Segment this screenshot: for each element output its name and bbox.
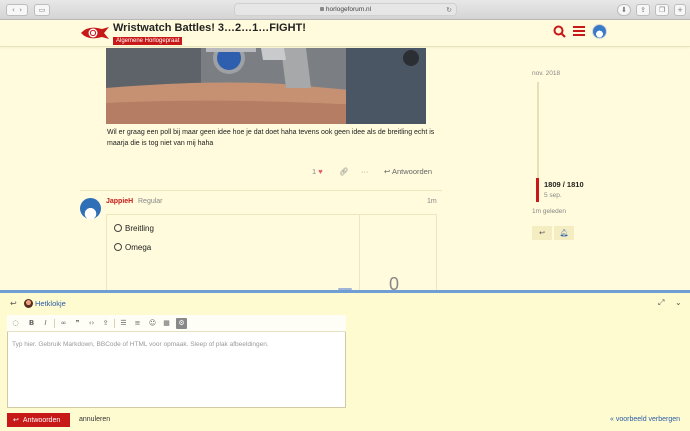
site-logo[interactable] [80,23,110,43]
like-button[interactable]: 1 ♥ [312,167,323,176]
download-icon: ⬇ [621,6,627,14]
toolbar-separator [114,319,115,328]
bold-icon[interactable]: B [26,318,37,329]
downloads-button[interactable]: ⬇ [617,4,631,16]
bell-icon: 🔔︎ [559,229,569,237]
gear-icon[interactable]: ⚙ [176,318,187,329]
reply-to-avatar [24,299,33,308]
browser-toolbar: ‹ › ▭ horlogeforum.nl ↻ ⬇ ⇪ ❐ + [0,0,690,20]
poll-option-label: Breitling [125,224,154,233]
post-avatar[interactable] [80,198,101,219]
link-icon[interactable]: ∞ [58,318,69,329]
post-time[interactable]: 1m [427,198,437,205]
post-reply-button[interactable]: ↩ Antwoorden [384,167,432,176]
reply-icon: ↩ [13,416,19,424]
link-icon: 🔗︎ [339,167,349,176]
reply-icon: ↩ [539,229,545,237]
sidebar-icon: ▭ [38,6,46,14]
timeline-last-activity[interactable]: 1m geleden [532,208,566,215]
more-icon: ··· [361,167,369,176]
url-text: horlogeforum.nl [325,6,372,13]
tabs-icon: ❐ [658,6,666,14]
radio-icon[interactable] [114,224,122,232]
post-divider [80,190,442,191]
expand-composer-icon[interactable]: ⤢ [658,298,664,308]
chevron-right-icon[interactable]: › [19,6,22,14]
speech-bubble-icon[interactable]: ◌ [10,318,21,329]
italic-icon[interactable]: I [40,318,51,329]
post-reply-label: Antwoorden [391,167,432,176]
share-icon: ⇪ [640,6,646,14]
poll-option-breitling[interactable]: Breitling [114,224,154,233]
heart-icon: ♥ [318,167,323,176]
radio-icon[interactable] [114,243,122,251]
poll-container [106,214,437,290]
lock-icon [319,7,324,11]
quote-icon[interactable]: ❞ [72,318,83,329]
more-actions-button[interactable]: ··· [361,167,369,176]
emoji-icon[interactable]: ☺ [147,318,158,329]
category-badge[interactable]: Algemene Horlogepraat [113,37,183,45]
post-username[interactable]: JappieH [106,198,133,205]
sidebar-toggle-button[interactable]: ▭ [34,4,50,16]
poll-option-omega[interactable]: Omega [114,243,151,252]
numbered-list-icon[interactable]: ≡ [132,318,143,329]
timeline-handle[interactable] [536,178,539,202]
poll-divider [359,214,360,290]
submit-reply-label: Antwoorden [22,417,61,424]
editor-placeholder: Typ hier. Gebruik Markdown, BBCode of HT… [12,341,269,348]
new-tab-button[interactable]: + [674,4,686,16]
collapse-composer-icon[interactable]: ⌄ [675,298,682,307]
back-forward-buttons[interactable]: ‹ › [6,4,28,16]
user-title: Regular [138,198,163,205]
like-count: 1 [312,167,317,176]
timeline-position-date: 5 sep. [544,192,562,199]
timeline-reply-button[interactable]: ↩ [532,226,552,240]
notification-button[interactable]: 🔔︎ [554,226,574,240]
share-button[interactable]: ⇪ [636,4,650,16]
site-header: Wristwatch Battles! 3…2…1…FIGHT! Algemen… [0,20,690,47]
topic-title[interactable]: Wristwatch Battles! 3…2…1…FIGHT! [113,22,306,34]
user-avatar[interactable] [592,24,607,39]
timeline-position: 1809 / 1810 [544,180,584,189]
search-icon[interactable] [553,25,566,42]
reply-to-icon: ↩ [10,299,17,308]
chevron-left-icon[interactable]: ‹ [12,6,15,14]
hide-preview-link[interactable]: « voorbeeld verbergen [610,416,680,423]
reply-icon: ↩ [384,167,391,176]
post-body: Wil er graag een poll bij maar geen idee… [107,129,435,147]
timeline-start-date[interactable]: nov. 2018 [532,70,560,77]
tabs-button[interactable]: ❐ [655,4,669,16]
address-bar[interactable]: horlogeforum.nl ↻ [234,3,457,16]
plus-icon: + [677,6,683,14]
hamburger-menu-icon[interactable] [573,25,585,41]
calendar-icon[interactable]: ▦ [161,318,172,329]
code-icon[interactable]: ‹› [86,318,97,329]
toolbar-separator [54,319,55,328]
reload-icon[interactable]: ↻ [446,4,452,16]
share-link-button[interactable]: 🔗︎ [339,167,349,176]
upload-icon[interactable]: ⇪ [100,318,111,329]
submit-reply-button[interactable]: ↩ Antwoorden [7,413,70,427]
bullet-list-icon[interactable]: ☰ [118,318,129,329]
reply-to-user[interactable]: Hetklokje [35,299,66,308]
post-image[interactable] [106,48,426,124]
cancel-link[interactable]: annuleren [79,416,110,423]
poll-option-label: Omega [125,243,152,252]
